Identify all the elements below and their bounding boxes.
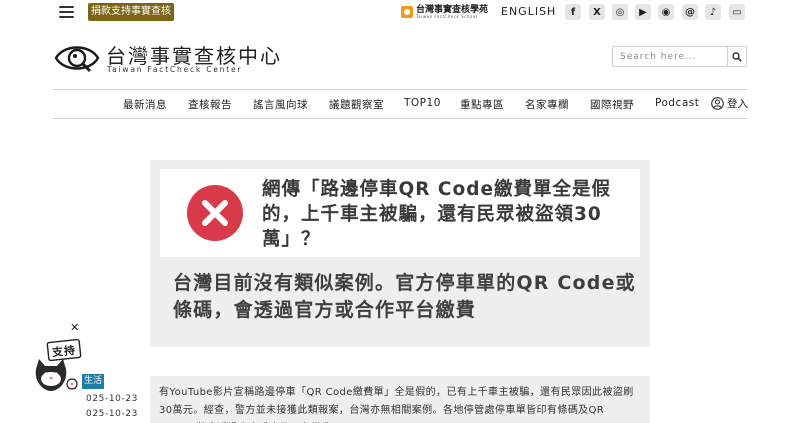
close-icon[interactable]: ✕	[70, 321, 79, 334]
search-button[interactable]	[727, 47, 746, 66]
podcast-icon[interactable]: ◉	[658, 4, 674, 20]
update-date: 025-10-23	[86, 409, 138, 419]
tiktok-icon[interactable]: ♪	[705, 4, 721, 20]
top-bar: 捐款支持事實查核 台灣事實查核學苑 Taiwan FactCheck Schoo…	[0, 0, 800, 24]
nav-item-expert-columns[interactable]: 名家專欄	[525, 97, 569, 112]
site-logo[interactable]: 台灣事實查核中心 Taiwan FactCheck Center	[54, 38, 280, 78]
user-icon	[711, 97, 724, 110]
nav-item-factcheck-reports[interactable]: 查核報告	[188, 97, 232, 112]
nav-item-podcast[interactable]: Podcast	[655, 97, 699, 109]
nav-item-issue-observatory[interactable]: 議題觀察室	[329, 97, 384, 112]
nav-item-top10[interactable]: TOP10	[404, 97, 441, 109]
article-body: 有YouTube影片宣稱路邊停車「QR Code繳費單」全是假的，已有上千車主被…	[150, 376, 650, 423]
search-icon	[732, 51, 742, 62]
search-input[interactable]	[613, 47, 727, 66]
x-twitter-icon[interactable]: X	[589, 4, 605, 20]
mascot-sign-text: 支持	[51, 343, 77, 360]
verdict-header: 網傳「路邊停車QR Code繳費單全是假的，上千車主被騙，還有民眾被盜領30萬」…	[160, 169, 640, 257]
nav-divider-bottom	[53, 118, 747, 119]
main-nav: 最新消息 查核報告 謠言風向球 議題觀察室 TOP10 重點專區 名家專欄 國際…	[0, 90, 800, 118]
nav-item-featured-topics[interactable]: 重點專區	[460, 97, 504, 112]
instagram-icon[interactable]: ◎	[612, 4, 628, 20]
school-logo-icon	[401, 6, 413, 18]
verdict-card: 網傳「路邊停車QR Code繳費單全是假的，上千車主被騙，還有民眾被盜領30萬」…	[150, 160, 650, 347]
facebook-icon[interactable]: f	[565, 4, 581, 20]
login-link[interactable]: 登入	[711, 96, 748, 111]
verdict-summary: 台灣目前沒有類似案例。官方停車單的QR Code或條碼，會透過官方或合作平台繳費	[173, 272, 636, 321]
english-link[interactable]: ENGLISH	[501, 5, 556, 18]
false-verdict-icon	[187, 185, 243, 241]
support-mascot-widget[interactable]: 支持	[30, 338, 86, 395]
threads-icon[interactable]: @	[682, 4, 698, 20]
school-subtitle: Taiwan FactCheck School	[416, 13, 478, 19]
menu-icon[interactable]	[59, 6, 74, 18]
donate-button[interactable]: 捐款支持事實查核	[88, 3, 174, 21]
eye-magnifier-logo-icon	[54, 46, 100, 73]
youtube-icon[interactable]: ▶	[635, 4, 651, 20]
line-icon[interactable]: ▭	[729, 4, 745, 20]
site-subtitle: Taiwan FactCheck Center	[107, 65, 243, 74]
nav-item-latest-news[interactable]: 最新消息	[123, 97, 167, 112]
publish-date: 025-10-23	[86, 394, 138, 404]
article-paragraph: 有YouTube影片宣稱路邊停車「QR Code繳費單」全是假的，已有上千車主被…	[159, 387, 634, 416]
nav-item-rumor-trends[interactable]: 謠言風向球	[253, 97, 308, 112]
search-box	[612, 46, 747, 67]
login-label: 登入	[727, 98, 748, 110]
nav-item-international[interactable]: 國際視野	[590, 97, 634, 112]
factcheck-school-link[interactable]: 台灣事實查核學苑 Taiwan FactCheck School	[401, 3, 488, 21]
claim-title: 網傳「路邊停車QR Code繳費單全是假的，上千車主被騙，還有民眾被盜領30萬」…	[262, 179, 611, 250]
